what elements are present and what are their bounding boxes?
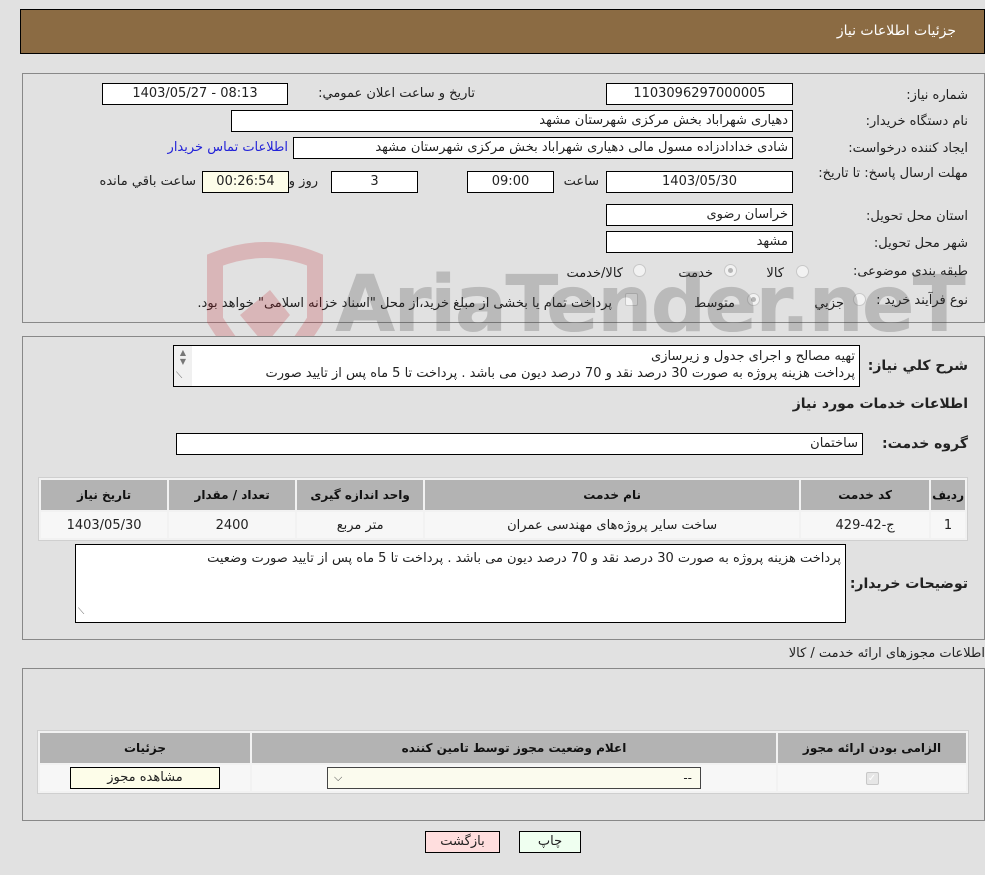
creator-field: شادی خدادادزاده مسول مالی دهیاری شهراباد… bbox=[293, 137, 793, 159]
time-remaining-label: ساعت باقي مانده bbox=[99, 174, 196, 189]
col-service-code: کد خدمت bbox=[801, 480, 930, 510]
permit-status-select[interactable]: -- ⌵ bbox=[327, 767, 701, 789]
city-field: مشهد bbox=[606, 231, 793, 253]
permit-status-value: -- bbox=[683, 771, 692, 785]
description-textarea[interactable]: تهیه مصالح و اجرای جدول و زیرسازی پرداخت… bbox=[173, 345, 860, 387]
cell-unit: متر مربع bbox=[297, 512, 424, 538]
days-label: روز و bbox=[288, 174, 318, 189]
resize-grip-icon[interactable]: ⟋ bbox=[78, 604, 84, 621]
view-permit-button[interactable]: مشاهده مجوز bbox=[70, 767, 220, 789]
buyer-notes-text: پرداخت هزینه پروژه به صورت 30 درصد نقد و… bbox=[207, 551, 841, 566]
description-label: شرح کلي نیاز: bbox=[867, 358, 968, 374]
deadline-date-field: 1403/05/30 bbox=[606, 171, 793, 193]
buyer-org-field: دهیاری شهراباد بخش مرکزی شهرستان مشهد bbox=[231, 110, 793, 132]
process-radio-medium[interactable] bbox=[747, 293, 760, 306]
process-radio-minor[interactable] bbox=[853, 293, 866, 306]
cell-service-name: ساخت سایر پروژه‌های مهندسی عمران bbox=[425, 512, 800, 538]
cell-permit-details: مشاهده مجوز bbox=[40, 765, 250, 791]
category-radio-goods[interactable] bbox=[796, 265, 809, 278]
announce-field: 1403/05/27 - 08:13 bbox=[102, 83, 288, 105]
permits-table: الزامی بودن ارائه مجوز اعلام وضعیت مجوز … bbox=[37, 730, 969, 794]
deadline-label: مهلت ارسال پاسخ: تا تاریخ: bbox=[818, 166, 968, 181]
province-label: استان محل تحویل: bbox=[866, 209, 968, 224]
cell-permit-status: -- ⌵ bbox=[252, 765, 776, 791]
treasury-checkbox[interactable] bbox=[625, 293, 638, 306]
process-label: نوع فرآیند خرید : bbox=[876, 293, 968, 308]
page-header: جزئیات اطلاعات نیاز bbox=[20, 9, 985, 54]
back-button[interactable]: بازگشت bbox=[425, 831, 500, 853]
col-permit-details: جزئیات bbox=[40, 733, 250, 763]
col-unit: واحد اندازه گیری bbox=[297, 480, 424, 510]
category-service-label: خدمت bbox=[678, 266, 713, 281]
services-section-title: اطلاعات خدمات مورد نیاز bbox=[792, 396, 968, 412]
col-permit-status: اعلام وضعیت مجوز توسط تامین کننده bbox=[252, 733, 776, 763]
chevron-down-icon: ⌵ bbox=[334, 771, 343, 784]
permits-section-title: اطلاعات مجوزهای ارائه خدمت / کالا bbox=[788, 646, 985, 661]
services-table: ردیف کد خدمت نام خدمت واحد اندازه گیری ت… bbox=[38, 477, 968, 541]
cell-permit-required: ✓ bbox=[778, 765, 966, 791]
permit-required-checkbox[interactable]: ✓ bbox=[865, 771, 879, 785]
buyer-notes-label: توضیحات خریدار: bbox=[849, 576, 968, 592]
resize-grip-icon[interactable]: ⟋ bbox=[176, 368, 182, 385]
category-goods-label: کالا bbox=[766, 266, 784, 281]
category-radio-goods-service[interactable] bbox=[633, 264, 646, 277]
service-group-label: گروه خدمت: bbox=[882, 436, 968, 452]
description-line-2: پرداخت هزینه پروژه به صورت 30 درصد نقد و… bbox=[265, 366, 855, 381]
col-service-name: نام خدمت bbox=[425, 480, 800, 510]
category-radio-service[interactable] bbox=[724, 264, 737, 277]
category-goods-service-label: کالا/خدمت bbox=[566, 266, 623, 281]
col-need-date: تاریخ نیاز bbox=[41, 480, 168, 510]
need-number-field: 1103096297000005 bbox=[606, 83, 793, 105]
col-permit-required: الزامی بودن ارائه مجوز bbox=[778, 733, 966, 763]
service-group-field: ساختمان bbox=[176, 433, 863, 455]
cell-row: 1 bbox=[931, 512, 965, 538]
permits-table-header: الزامی بودن ارائه مجوز اعلام وضعیت مجوز … bbox=[40, 733, 966, 763]
buyer-org-label: نام دستگاه خریدار: bbox=[865, 114, 968, 129]
category-label: طبقه بندی موضوعی: bbox=[852, 264, 968, 279]
need-number-label: شماره نیاز: bbox=[906, 88, 968, 103]
cell-quantity: 2400 bbox=[169, 512, 296, 538]
buyer-notes-textarea[interactable]: پرداخت هزینه پروژه به صورت 30 درصد نقد و… bbox=[75, 544, 846, 623]
days-remaining-field: 3 bbox=[331, 171, 418, 193]
col-quantity: تعداد / مقدار bbox=[169, 480, 296, 510]
process-medium-label: متوسط bbox=[694, 296, 735, 311]
province-field: خراسان رضوی bbox=[606, 204, 793, 226]
cell-need-date: 1403/05/30 bbox=[41, 512, 168, 538]
page-title: جزئیات اطلاعات نیاز bbox=[836, 23, 956, 39]
creator-label: ایجاد کننده درخواست: bbox=[848, 141, 968, 156]
deadline-time-field: 09:00 bbox=[467, 171, 554, 193]
cell-service-code: ج-42-429 bbox=[801, 512, 930, 538]
description-line-1: تهیه مصالح و اجرای جدول و زیرسازی bbox=[651, 349, 855, 364]
announce-label: تاریخ و ساعت اعلان عمومي: bbox=[318, 86, 475, 101]
time-remaining-field: 00:26:54 bbox=[202, 171, 289, 193]
deadline-time-label: ساعت bbox=[563, 174, 599, 189]
buyer-contact-link[interactable]: اطلاعات تماس خریدار bbox=[168, 140, 288, 155]
table-row: ✓ -- ⌵ مشاهده مجوز bbox=[40, 765, 966, 791]
treasury-note: پرداخت تمام یا بخشی از مبلغ خرید،از محل … bbox=[197, 296, 612, 311]
col-row: ردیف bbox=[931, 480, 965, 510]
print-button[interactable]: چاپ bbox=[519, 831, 581, 853]
table-row: 1 ج-42-429 ساخت سایر پروژه‌های مهندسی عم… bbox=[41, 512, 965, 538]
services-table-header: ردیف کد خدمت نام خدمت واحد اندازه گیری ت… bbox=[41, 480, 965, 510]
process-minor-label: جزيي bbox=[814, 296, 844, 311]
city-label: شهر محل تحویل: bbox=[873, 236, 968, 251]
